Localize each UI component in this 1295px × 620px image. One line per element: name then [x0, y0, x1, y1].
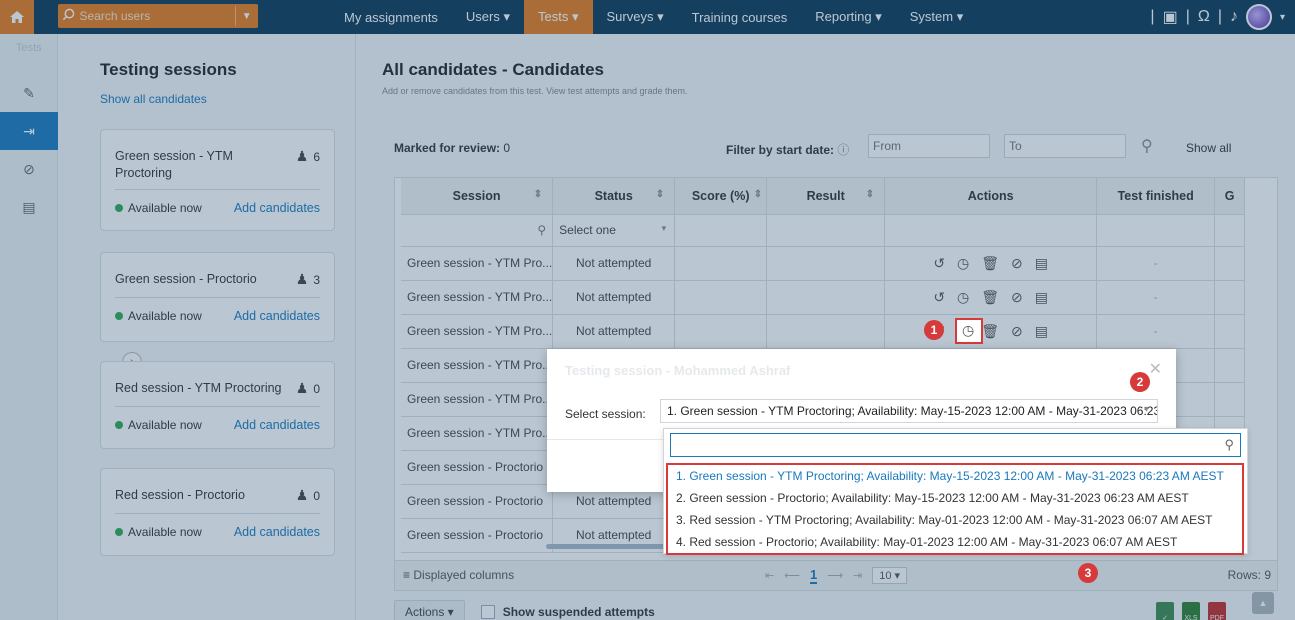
chevron-down-icon[interactable]: ▾	[1144, 404, 1149, 415]
session-option[interactable]: 1. Green session - YTM Proctoring; Avail…	[668, 465, 1242, 487]
select-session-label: Select session:	[565, 407, 646, 421]
search-icon: ⚲	[1224, 437, 1234, 452]
session-option[interactable]: 2. Green session - Proctorio; Availabili…	[668, 487, 1242, 509]
dropdown-search-input[interactable]: ⚲	[670, 433, 1241, 457]
callout-badge: 1	[924, 320, 944, 340]
session-option[interactable]: 3. Red session - YTM Proctoring; Availab…	[668, 509, 1242, 531]
session-option[interactable]: 4. Red session - Proctorio; Availability…	[668, 531, 1242, 553]
session-select[interactable]: 1. Green session - YTM Proctoring; Avail…	[660, 399, 1158, 423]
session-dropdown: ⚲ 1. Green session - YTM Proctoring; Ava…	[663, 428, 1248, 555]
close-icon[interactable]: ✕	[1149, 359, 1162, 379]
reschedule-icon[interactable]: ◷	[962, 322, 974, 339]
modal-title: Testing session - Mohammed Ashraf	[565, 363, 791, 378]
session-options: 1. Green session - YTM Proctoring; Avail…	[666, 463, 1244, 555]
callout-badge: 2	[1130, 372, 1150, 392]
callout-badge: 3	[1078, 563, 1098, 583]
